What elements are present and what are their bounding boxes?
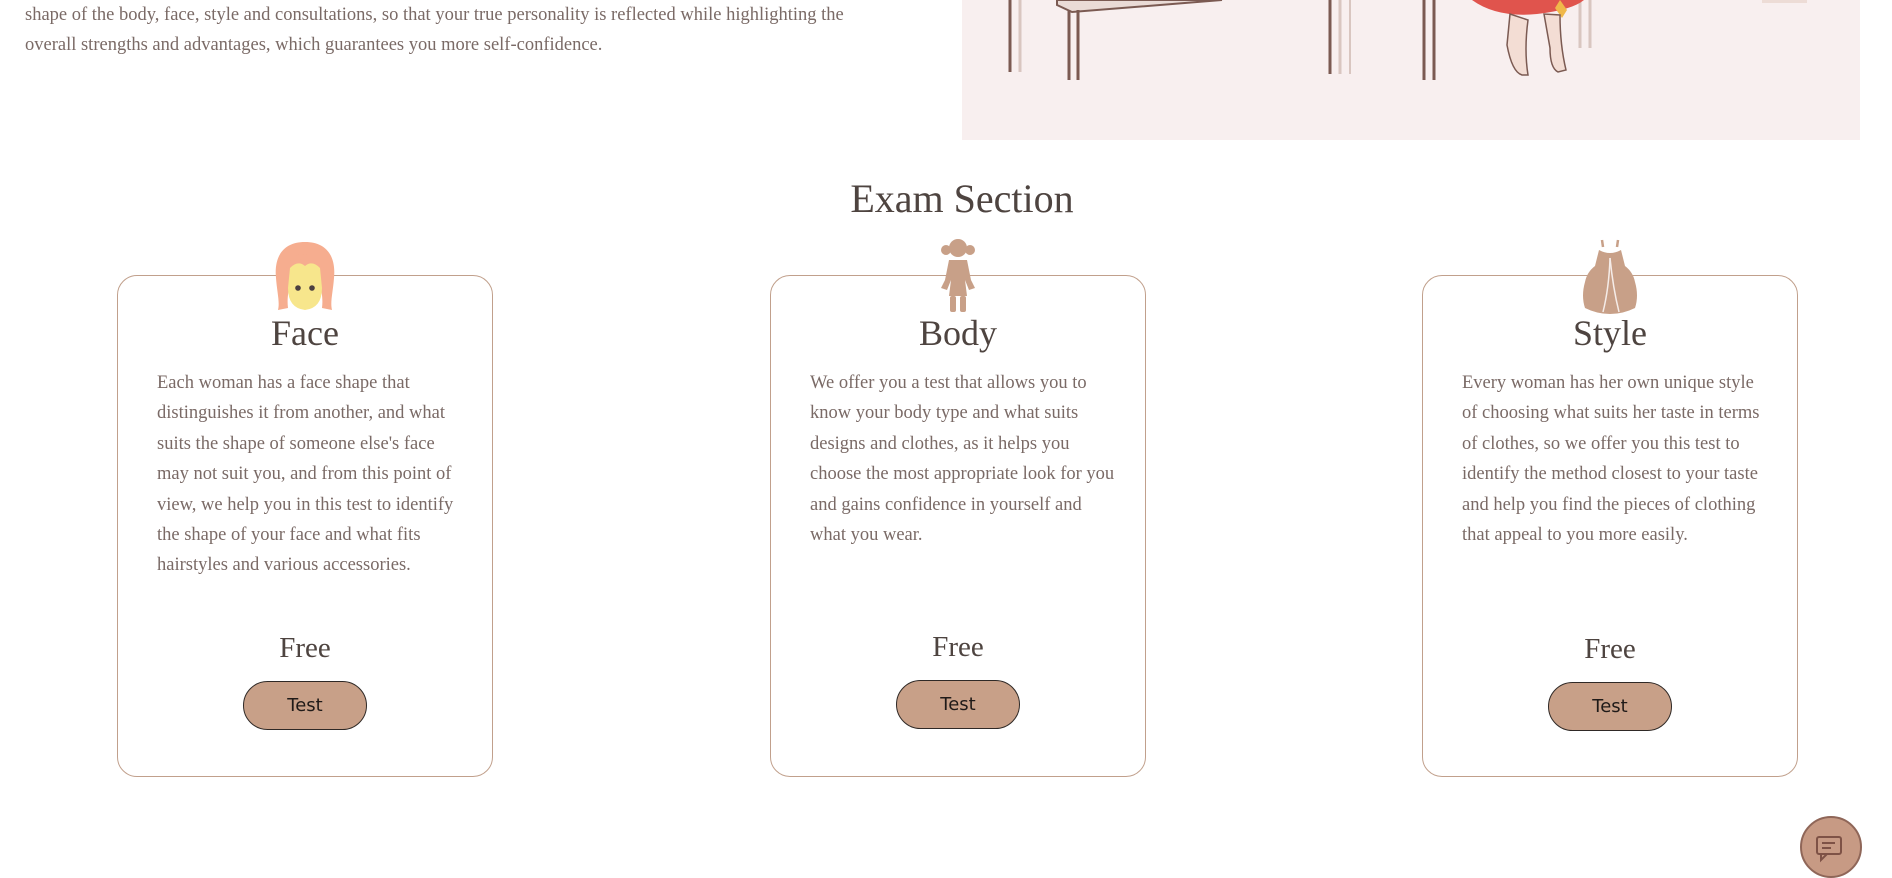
chat-icon bbox=[1816, 836, 1842, 863]
card-price: Free bbox=[279, 632, 331, 664]
intro-text: shape of the body, face, style and consu… bbox=[25, 0, 945, 60]
intro-line-2: overall strengths and advantages, which … bbox=[25, 35, 603, 55]
card-title: Face bbox=[271, 313, 339, 353]
dress-icon bbox=[1573, 238, 1647, 314]
hero-illustration bbox=[962, 0, 1860, 140]
intro-line-1: shape of the body, face, style and consu… bbox=[25, 5, 844, 25]
card-description: Every woman has her own unique style of … bbox=[1462, 373, 1760, 546]
style-test-button[interactable]: Test bbox=[1548, 682, 1672, 731]
section-title: Exam Section bbox=[850, 176, 1074, 221]
card-title: Body bbox=[918, 313, 997, 353]
chat-button[interactable] bbox=[1800, 816, 1862, 878]
exam-card-body: Body We offer you a test that allows you… bbox=[770, 239, 1146, 777]
card-title: Style bbox=[1572, 313, 1647, 353]
body-test-button[interactable]: Test bbox=[896, 680, 1020, 729]
exam-card-style: Style Every woman has her own unique sty… bbox=[1422, 239, 1798, 777]
card-price: Free bbox=[932, 631, 984, 663]
girl-body-icon bbox=[921, 238, 995, 314]
card-description: We offer you a test that allows you to k… bbox=[810, 373, 1115, 546]
card-price: Free bbox=[1584, 633, 1636, 665]
face-test-button[interactable]: Test bbox=[243, 681, 367, 730]
exam-card-face: Face Each woman has a face shape that di… bbox=[117, 242, 493, 777]
face-icon bbox=[268, 238, 342, 314]
card-description: Each woman has a face shape that disting… bbox=[157, 373, 454, 576]
